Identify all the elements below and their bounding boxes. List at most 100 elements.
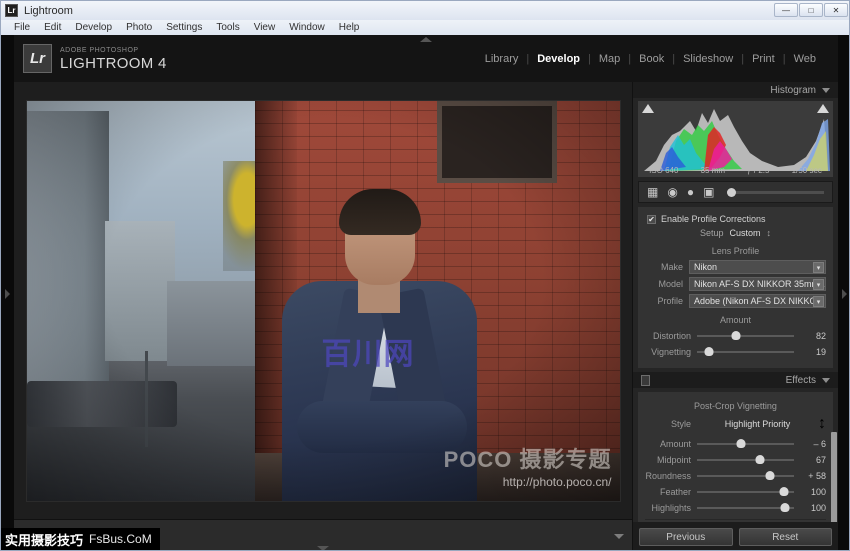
- module-develop[interactable]: Develop: [529, 53, 588, 65]
- enable-profile-corrections-row[interactable]: ✔ Enable Profile Corrections: [645, 212, 826, 228]
- app-icon: Lr: [5, 4, 18, 17]
- setup-label: Setup: [699, 228, 724, 238]
- distortion-slider[interactable]: [697, 330, 794, 340]
- previous-button[interactable]: Previous: [639, 528, 733, 546]
- poco-watermark: POCO 摄影专题 http://photo.poco.cn/: [444, 442, 612, 489]
- lens-corrections-body: ✔ Enable Profile Corrections Setup Custo…: [638, 207, 833, 368]
- distortion-value[interactable]: 82: [800, 331, 826, 341]
- module-slideshow[interactable]: Slideshow: [675, 53, 741, 65]
- vignette-style-value[interactable]: Highlight Priority: [697, 419, 818, 429]
- crop-overlay-icon[interactable]: ▦: [647, 186, 658, 198]
- module-map[interactable]: Map: [591, 53, 628, 65]
- module-print[interactable]: Print: [744, 53, 783, 65]
- menu-develop[interactable]: Develop: [68, 22, 119, 33]
- left-panel-toggle[interactable]: [1, 35, 14, 550]
- vignette-highlights-row: Highlights 100: [645, 501, 826, 514]
- vignette-roundness-slider[interactable]: [697, 470, 794, 480]
- vignette-roundness-label: Roundness: [645, 470, 691, 481]
- vignette-feather-value[interactable]: 100: [800, 487, 826, 497]
- chevron-down-icon[interactable]: ▾: [813, 296, 824, 307]
- site-watermark-cn: 实用摄影技巧: [5, 533, 84, 549]
- vignette-roundness-value[interactable]: + 58: [800, 471, 826, 481]
- vignette-style-stepper-icon[interactable]: ↕: [818, 415, 826, 433]
- lightroom-shell: Lr ADOBE PHOTOSHOP LIGHTROOM 4 Library |…: [1, 35, 849, 550]
- filmstrip-toggle-icon[interactable]: [317, 546, 329, 550]
- vignette-highlights-value[interactable]: 100: [800, 503, 826, 513]
- vignette-amount-row: Amount – 6: [645, 437, 826, 450]
- menu-edit[interactable]: Edit: [37, 22, 68, 33]
- post-crop-vignetting-heading: Post-Crop Vignetting: [694, 401, 777, 411]
- module-web[interactable]: Web: [786, 53, 824, 65]
- minimize-button[interactable]: —: [774, 3, 798, 17]
- lens-make-row: Make Nikon ▾: [645, 260, 826, 274]
- toolbar-options-chevron-down-icon[interactable]: [614, 533, 624, 539]
- module-library[interactable]: Library: [477, 53, 527, 65]
- slider-knob[interactable]: [731, 330, 741, 340]
- lightroom-application-window: Lr Lightroom — □ ✕ File Edit Develop Pho…: [0, 0, 850, 551]
- window-titlebar: Lr Lightroom — □ ✕: [1, 1, 849, 20]
- chevron-right-icon: [842, 288, 847, 299]
- slider-knob[interactable]: [727, 187, 737, 197]
- lens-profile-select[interactable]: Adobe (Nikon AF-S DX NIKKO... ▾: [689, 294, 826, 308]
- module-book[interactable]: Book: [631, 53, 672, 65]
- menu-tools[interactable]: Tools: [209, 22, 246, 33]
- lens-model-select[interactable]: Nikon AF-S DX NIKKOR 35mm... ▾: [689, 277, 826, 291]
- vignette-amount-label: Amount: [659, 438, 691, 449]
- shadow-clipping-icon[interactable]: [642, 104, 654, 113]
- photo-stage: 百川网 POCO 摄影专题 http://photo.poco.cn/: [14, 82, 632, 519]
- vignette-midpoint-value[interactable]: 67: [800, 455, 826, 465]
- site-watermark-en: FsBus.CoM: [89, 532, 152, 546]
- menu-settings[interactable]: Settings: [159, 22, 209, 33]
- setup-stepper-icon[interactable]: ↕: [767, 228, 772, 238]
- vignette-style-row[interactable]: Style Highlight Priority ↕: [645, 415, 826, 433]
- identity-plate[interactable]: Lr ADOBE PHOTOSHOP LIGHTROOM 4: [23, 44, 167, 73]
- photo-preview[interactable]: 百川网 POCO 摄影专题 http://photo.poco.cn/: [26, 100, 620, 501]
- histogram-title: Histogram: [770, 84, 816, 96]
- right-panel-scrollbar[interactable]: [831, 432, 837, 532]
- menu-file[interactable]: File: [7, 22, 37, 33]
- menu-window[interactable]: Window: [282, 22, 332, 33]
- poco-watermark-title: POCO 摄影专题: [443, 446, 612, 472]
- maximize-button[interactable]: □: [799, 3, 823, 17]
- highlight-clipping-icon[interactable]: [817, 104, 829, 113]
- lens-make-select[interactable]: Nikon ▾: [689, 260, 826, 274]
- chevron-down-icon[interactable]: ▾: [813, 279, 824, 290]
- slider-knob[interactable]: [736, 438, 746, 448]
- vignetting-value[interactable]: 19: [800, 347, 826, 357]
- chevron-down-icon[interactable]: ▾: [813, 262, 824, 273]
- lens-make-value: Nikon: [694, 262, 718, 272]
- enable-profile-corrections-checkbox[interactable]: ✔: [647, 214, 656, 224]
- vignette-highlights-slider[interactable]: [697, 502, 794, 512]
- setup-row[interactable]: Setup Custom ↕: [645, 228, 826, 242]
- graduated-filter-icon[interactable]: ▣: [703, 186, 714, 198]
- menu-photo[interactable]: Photo: [119, 22, 159, 33]
- histogram-graph[interactable]: ISO 640 35 mm ƒ / 2.5 1/50 sec: [638, 101, 833, 177]
- vignette-amount-slider[interactable]: [697, 438, 794, 448]
- slider-knob[interactable]: [755, 454, 765, 464]
- vignette-feather-slider[interactable]: [697, 486, 794, 496]
- menu-view[interactable]: View: [247, 22, 283, 33]
- reset-button[interactable]: Reset: [738, 528, 832, 546]
- menu-help[interactable]: Help: [332, 22, 367, 33]
- top-panel-toggle-icon[interactable]: [420, 37, 432, 42]
- vignetting-label: Vignetting: [651, 346, 691, 357]
- slider-knob[interactable]: [780, 502, 790, 512]
- slider-knob[interactable]: [765, 470, 775, 480]
- close-button[interactable]: ✕: [824, 3, 848, 17]
- chevron-down-icon[interactable]: [822, 87, 830, 93]
- slider-knob[interactable]: [779, 486, 789, 496]
- spot-removal-icon[interactable]: ◉: [667, 186, 677, 198]
- adjustment-brush-slider[interactable]: [727, 187, 824, 197]
- vignetting-slider[interactable]: [697, 346, 794, 356]
- histogram-header[interactable]: Histogram: [633, 82, 838, 98]
- chevron-down-icon[interactable]: [822, 377, 830, 383]
- enable-profile-corrections-label: Enable Profile Corrections: [661, 214, 766, 224]
- effects-header[interactable]: Effects: [633, 372, 838, 388]
- red-eye-icon[interactable]: ●: [687, 186, 694, 198]
- exif-focal: 35 mm: [700, 166, 726, 175]
- vignette-midpoint-slider[interactable]: [697, 454, 794, 464]
- right-panel-toggle[interactable]: [838, 35, 849, 550]
- setup-value[interactable]: Custom: [730, 228, 761, 238]
- slider-knob[interactable]: [704, 346, 714, 356]
- vignette-amount-value[interactable]: – 6: [800, 439, 826, 449]
